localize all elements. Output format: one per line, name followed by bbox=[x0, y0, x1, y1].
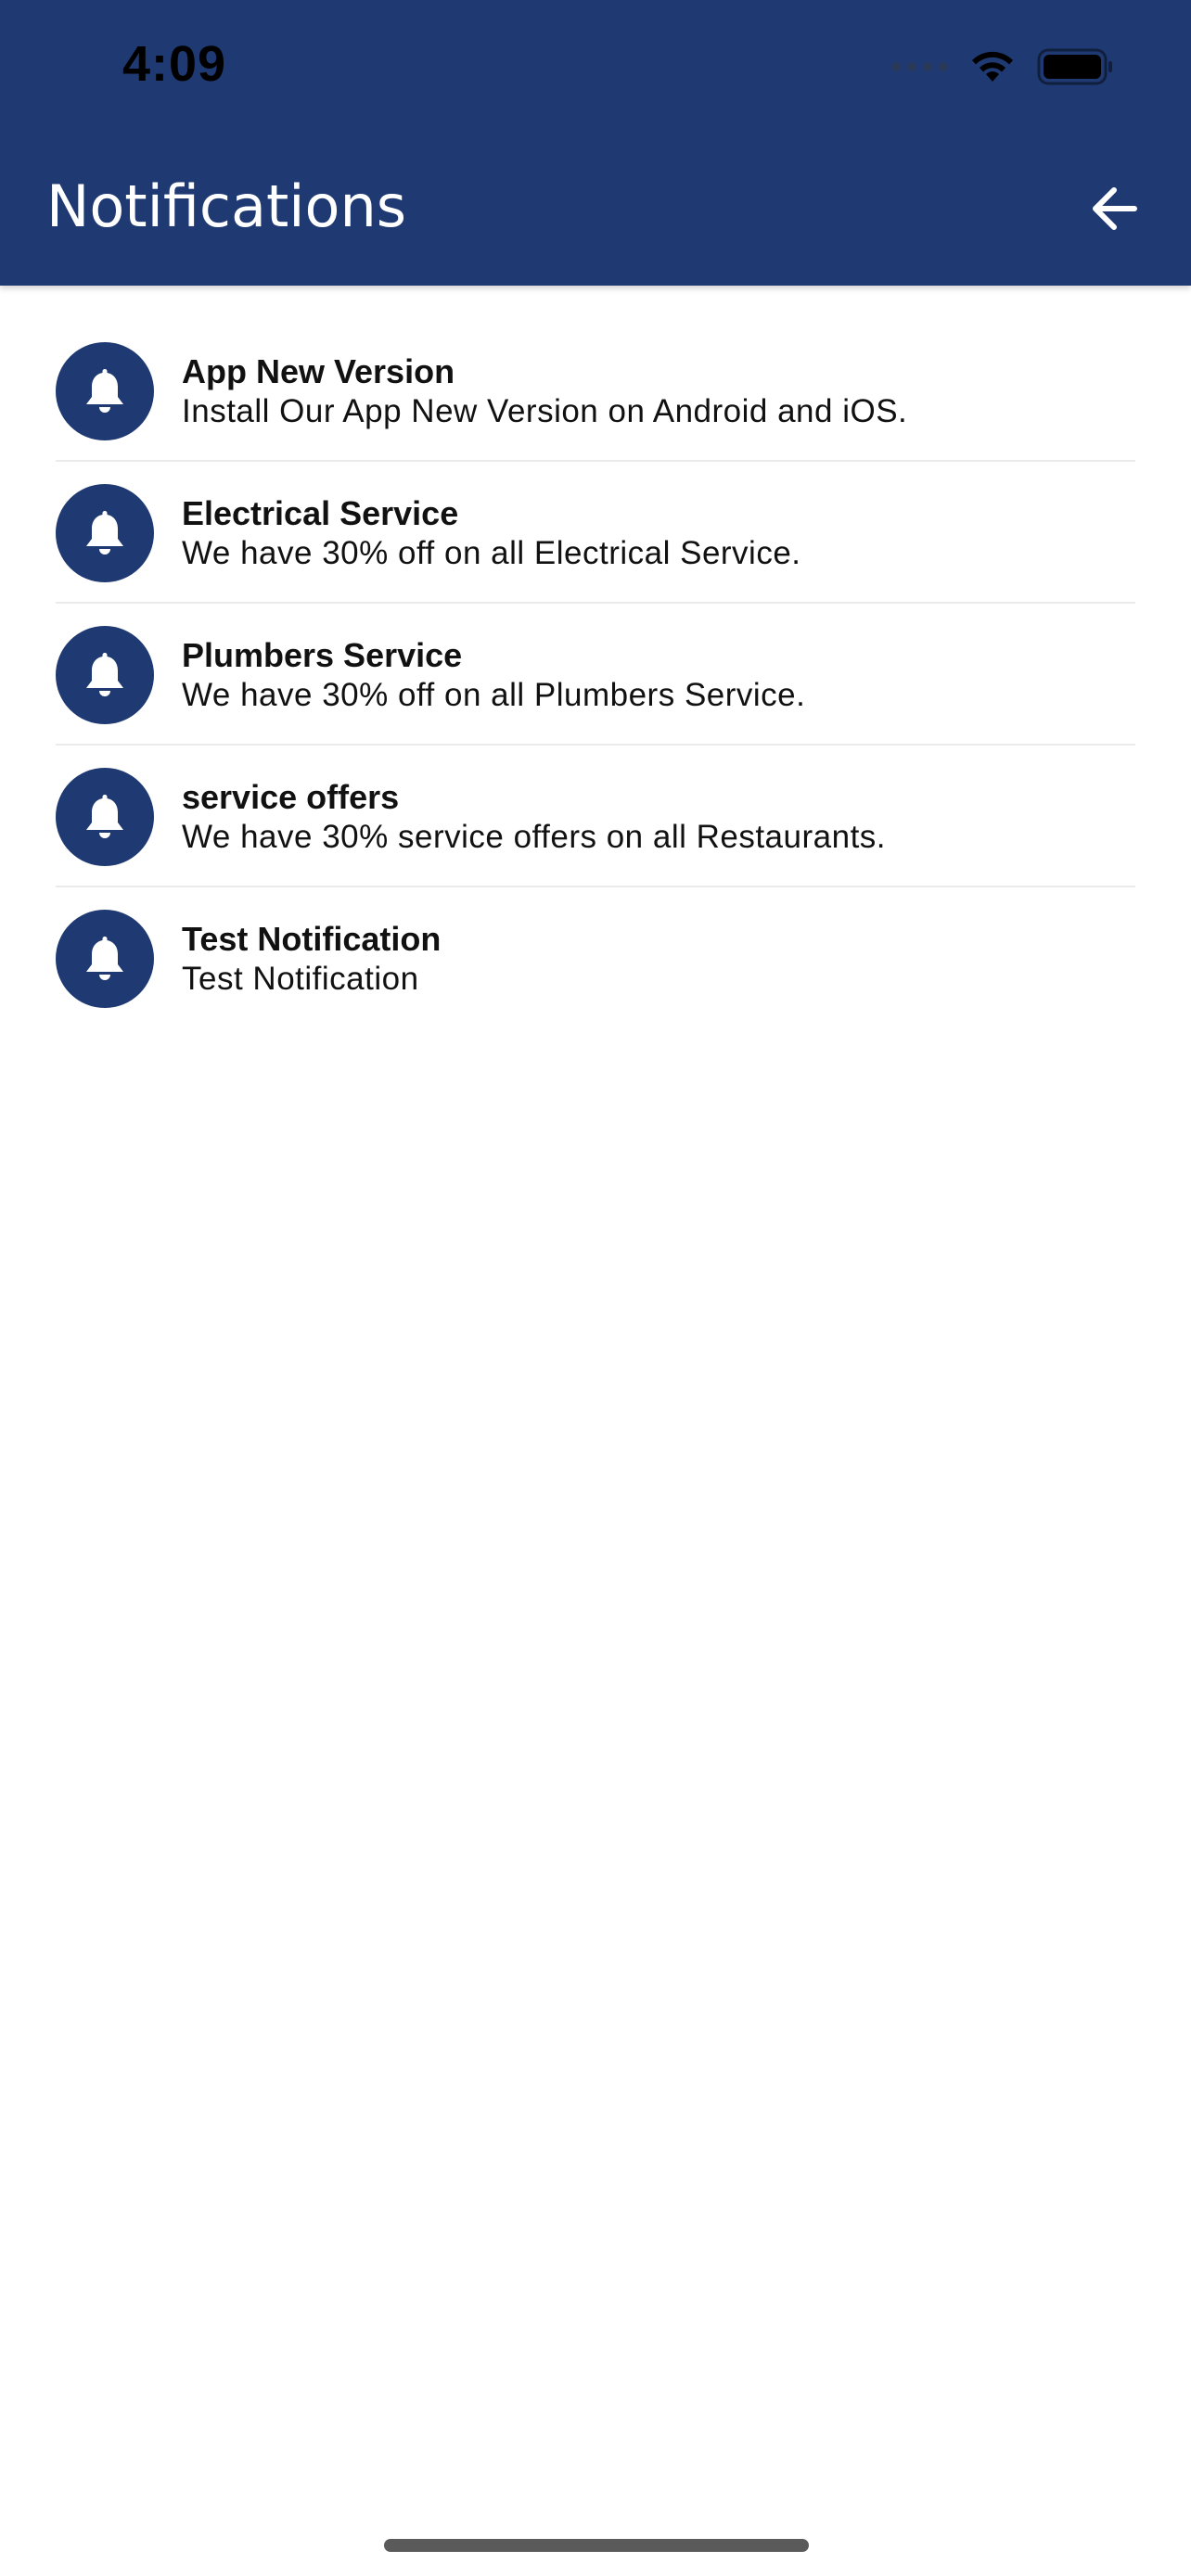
bell-icon bbox=[86, 937, 123, 980]
notification-body: Test Notification bbox=[182, 961, 419, 997]
bell-icon bbox=[86, 795, 123, 838]
notification-list: App New Version Install Our App New Vers… bbox=[56, 320, 1135, 1029]
notification-avatar bbox=[56, 626, 154, 724]
notification-avatar bbox=[56, 484, 154, 582]
home-indicator[interactable] bbox=[384, 2539, 809, 2552]
notification-title: Test Notification bbox=[182, 920, 442, 958]
list-item[interactable]: service offers We have 30% service offer… bbox=[56, 746, 1135, 887]
list-item[interactable]: Test Notification Test Notification bbox=[56, 887, 1135, 1029]
notification-title: App New Version bbox=[182, 352, 455, 390]
notifications-screen: 4:09 Notifications App New Version Insta… bbox=[0, 0, 1191, 2576]
back-button[interactable] bbox=[1082, 176, 1146, 241]
list-item[interactable]: Electrical Service We have 30% off on al… bbox=[56, 462, 1135, 604]
app-header: 4:09 Notifications bbox=[0, 0, 1191, 286]
list-item[interactable]: App New Version Install Our App New Vers… bbox=[56, 320, 1135, 462]
notification-body: We have 30% service offers on all Restau… bbox=[182, 819, 887, 855]
notification-title: Plumbers Service bbox=[182, 636, 463, 674]
bell-icon bbox=[86, 511, 123, 555]
status-time: 4:09 bbox=[122, 36, 227, 92]
notification-body: Install Our App New Version on Android a… bbox=[182, 393, 908, 429]
page-title: Notifications bbox=[46, 172, 407, 240]
cellular-signal-icon bbox=[891, 62, 948, 71]
list-item[interactable]: Plumbers Service We have 30% off on all … bbox=[56, 604, 1135, 746]
bell-icon bbox=[86, 653, 123, 696]
notification-avatar bbox=[56, 910, 154, 1008]
notification-avatar bbox=[56, 768, 154, 866]
notification-body: We have 30% off on all Plumbers Service. bbox=[182, 677, 806, 713]
status-icons bbox=[891, 45, 1115, 89]
notification-title: service offers bbox=[182, 778, 400, 816]
notification-title: Electrical Service bbox=[182, 494, 459, 532]
battery-icon bbox=[1037, 48, 1112, 85]
notification-body: We have 30% off on all Electrical Servic… bbox=[182, 535, 801, 571]
bell-icon bbox=[86, 369, 123, 413]
notification-avatar bbox=[56, 342, 154, 440]
arrow-left-icon bbox=[1093, 187, 1137, 230]
wifi-icon bbox=[972, 51, 1013, 82]
